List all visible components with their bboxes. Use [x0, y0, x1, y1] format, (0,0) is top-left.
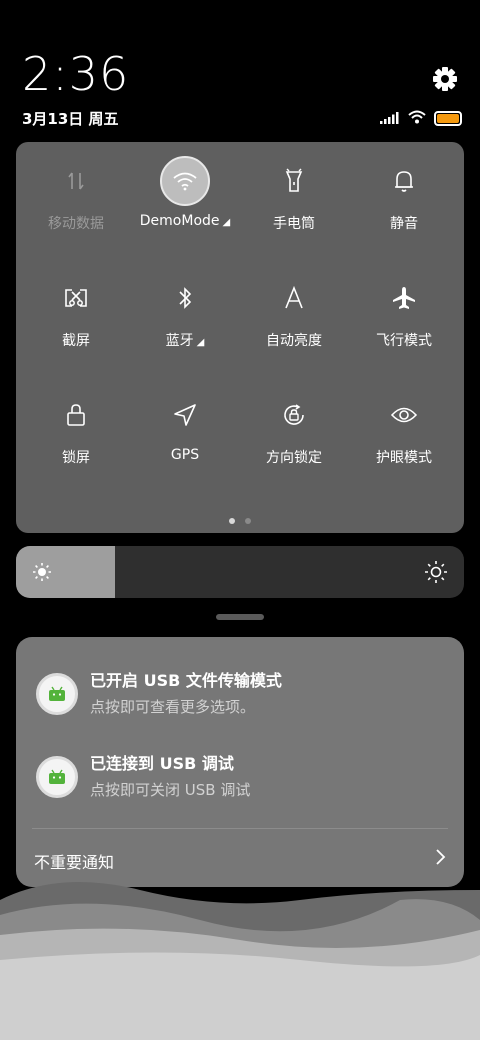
- android-icon: [36, 673, 78, 715]
- battery-icon: [434, 111, 462, 126]
- tile-label: 方向锁定: [266, 450, 322, 466]
- tile-label: 锁屏: [62, 450, 90, 466]
- notification-usb-transfer[interactable]: 已开启 USB 文件传输模式 点按即可查看更多选项。: [36, 667, 446, 727]
- notification-subtitle: 点按即可查看更多选项。: [90, 698, 256, 716]
- page-dot: [245, 518, 251, 524]
- page-dot-active: [229, 518, 235, 524]
- settings-icon[interactable]: [430, 64, 460, 94]
- location-icon: [160, 390, 210, 440]
- clock-date: 3月13日 周五: [22, 110, 119, 128]
- wifi-icon: [160, 156, 210, 206]
- tile-auto-brightness[interactable]: 自动亮度: [238, 259, 350, 369]
- tile-label: GPS: [170, 447, 200, 463]
- brightness-high-icon: [424, 560, 448, 588]
- eye-icon: [379, 390, 429, 440]
- tile-lock-screen[interactable]: 锁屏: [20, 376, 132, 486]
- wifi-status-icon: [408, 109, 426, 128]
- rotation-lock-icon: [269, 390, 319, 440]
- page-indicator: [16, 518, 464, 524]
- tile-label: 移动数据: [48, 216, 104, 232]
- bluetooth-icon: [160, 273, 210, 323]
- status-icons: [380, 109, 462, 128]
- brightness-low-icon: [32, 562, 52, 586]
- notification-panel: 已开启 USB 文件传输模式 点按即可查看更多选项。 已连接到 USB 调试 点…: [16, 637, 464, 887]
- clock-time: 2:36: [22, 47, 130, 101]
- tile-rotation-lock[interactable]: 方向锁定: [238, 376, 350, 486]
- auto-brightness-icon: [269, 273, 319, 323]
- tile-label: 飞行模式: [376, 333, 432, 349]
- tile-gps[interactable]: GPS: [129, 376, 241, 486]
- tile-eye-care[interactable]: 护眼模式: [348, 376, 460, 486]
- notification-subtitle: 点按即可关闭 USB 调试: [90, 781, 251, 799]
- tile-label: 静音: [390, 216, 418, 232]
- tile-wifi[interactable]: DemoMode ◢: [129, 142, 241, 252]
- expand-arrow-icon[interactable]: ◢: [223, 217, 231, 228]
- tile-label: 蓝牙: [165, 333, 194, 349]
- tile-bluetooth[interactable]: 蓝牙 ◢: [129, 259, 241, 369]
- drag-handle[interactable]: [216, 614, 264, 620]
- screenshot-icon: [51, 273, 101, 323]
- divider: [32, 828, 448, 829]
- mobile-data-icon: [51, 156, 101, 206]
- tile-flashlight[interactable]: 手电筒: [238, 142, 350, 252]
- tile-label: DemoMode: [139, 213, 220, 229]
- lock-icon: [51, 390, 101, 440]
- android-icon: [36, 756, 78, 798]
- brightness-slider[interactable]: [16, 546, 464, 598]
- tile-silent[interactable]: 静音: [348, 142, 460, 252]
- signal-icon: [380, 109, 400, 128]
- tile-airplane[interactable]: 飞行模式: [348, 259, 460, 369]
- bell-icon: [379, 156, 429, 206]
- brightness-level-fill: [16, 546, 115, 598]
- wave-background: [0, 882, 480, 1040]
- tile-label: 护眼模式: [376, 450, 432, 466]
- notification-title: 已开启 USB 文件传输模式: [90, 671, 282, 690]
- expand-arrow-icon[interactable]: ◢: [197, 337, 205, 348]
- flashlight-icon: [269, 156, 319, 206]
- tile-label: 手电筒: [273, 216, 315, 232]
- airplane-icon: [379, 273, 429, 323]
- notification-title: 已连接到 USB 调试: [90, 754, 234, 773]
- tile-label: 自动亮度: [266, 333, 322, 349]
- tile-label: 截屏: [62, 333, 90, 349]
- notification-usb-debug[interactable]: 已连接到 USB 调试 点按即可关闭 USB 调试: [36, 750, 446, 810]
- quick-settings-panel: 移动数据 DemoMode ◢ 手电筒 静音 截屏 蓝牙 ◢ 自动亮度 飞行模式…: [16, 142, 464, 533]
- tile-screenshot[interactable]: 截屏: [20, 259, 132, 369]
- tile-mobile-data[interactable]: 移动数据: [20, 142, 132, 252]
